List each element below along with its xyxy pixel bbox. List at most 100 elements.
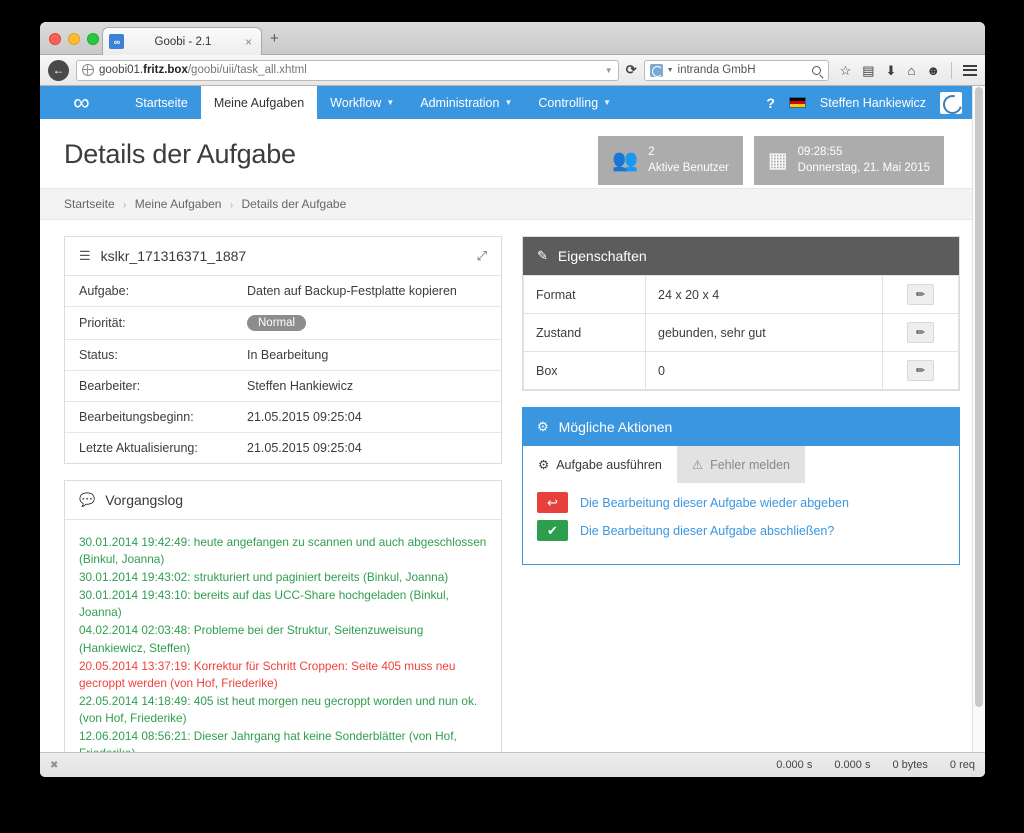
close-window-button[interactable] <box>49 33 61 45</box>
nav-item-controlling[interactable]: Controlling ▼ <box>525 86 624 119</box>
table-row: Status: In Bearbeitung <box>65 339 501 371</box>
chevron-down-icon[interactable]: ▼ <box>667 67 674 74</box>
chevron-down-icon: ▼ <box>504 98 513 107</box>
process-log-title: Vorgangslog <box>105 492 184 508</box>
calendar-icon: ▦ <box>767 149 788 173</box>
actions-panel: ⚙ Mögliche Aktionen ⚙ Aufgabe ausführen … <box>522 407 960 565</box>
row-key: Status: <box>65 339 233 371</box>
right-column: ✎ Eigenschaften Format 24 x 20 x 4 ✏ Zus… <box>522 236 960 752</box>
active-users-widget: 👥 2 Aktive Benutzer <box>598 136 743 186</box>
property-key: Format <box>523 275 646 314</box>
action-complete-task[interactable]: ✔ Die Bearbeitung dieser Aufgabe abschli… <box>537 520 945 541</box>
nav-item-meine-aufgaben[interactable]: Meine Aufgaben <box>200 86 318 119</box>
check-icon[interactable]: ✔ <box>537 520 568 541</box>
feedback-smiley-icon[interactable]: ☻ <box>926 64 940 77</box>
table-row: Format 24 x 20 x 4 ✏ <box>523 275 959 314</box>
log-entry: 30.01.2014 19:42:49: heute angefangen zu… <box>79 535 487 567</box>
active-users-label: Aktive Benutzer <box>648 161 729 174</box>
breadcrumb-item-0[interactable]: Startseite <box>64 197 115 211</box>
table-row: Zustand gebunden, sehr gut ✏ <box>523 313 959 352</box>
goobi-app: ∞ Startseite Meine Aufgaben Workflow ▼ A… <box>40 86 972 752</box>
row-key: Bearbeiter: <box>65 370 233 402</box>
task-details-panel: ☰ kslkr_171316371_1887 ⤢ Aufgabe: Daten … <box>64 236 502 464</box>
chevron-down-icon[interactable]: ▼ <box>605 66 613 75</box>
process-log-entries: 30.01.2014 19:42:49: heute angefangen zu… <box>65 520 501 752</box>
browser-search-box[interactable]: ▼ intranda GmbH <box>643 59 829 81</box>
reader-view-icon[interactable]: ▤ <box>862 64 874 77</box>
log-entry: 04.02.2014 02:03:48: Probleme bei der St… <box>79 623 424 655</box>
log-entry: 12.06.2014 08:56:21: Dieser Jahrgang hat… <box>79 729 457 752</box>
priority-badge: Normal <box>247 315 307 331</box>
maximize-window-button[interactable] <box>87 33 99 45</box>
row-value: 21.05.2015 09:25:04 <box>233 401 501 433</box>
active-users-text: 2 Aktive Benutzer <box>648 145 729 176</box>
scrollbar-thumb[interactable] <box>975 87 983 707</box>
properties-header: ✎ Eigenschaften <box>523 237 959 275</box>
nav-label: Administration <box>420 95 500 110</box>
breadcrumb-separator: › <box>229 200 234 211</box>
action-label[interactable]: Die Bearbeitung dieser Aufgabe wieder ab… <box>580 496 849 510</box>
breadcrumb-separator: › <box>123 200 127 211</box>
table-row: Bearbeitungsbeginn: 21.05.2015 09:25:04 <box>65 401 501 433</box>
current-time: 09:28:55 <box>797 146 843 158</box>
app-navbar: ∞ Startseite Meine Aufgaben Workflow ▼ A… <box>40 86 972 119</box>
task-identifier: kslkr_171316371_1887 <box>100 248 247 264</box>
pencil-icon[interactable]: ✏ <box>907 284 934 305</box>
edit-square-icon: ✎ <box>537 248 548 263</box>
undo-arrow-icon[interactable]: ↩ <box>537 492 568 513</box>
breadcrumb-item-1[interactable]: Meine Aufgaben <box>135 197 222 211</box>
back-button[interactable]: ← <box>48 59 69 81</box>
status-metric-3: 0 req <box>949 759 975 771</box>
properties-panel: ✎ Eigenschaften Format 24 x 20 x 4 ✏ Zus… <box>522 236 960 391</box>
action-release-task[interactable]: ↩ Die Bearbeitung dieser Aufgabe wieder … <box>537 492 945 513</box>
home-icon[interactable]: ⌂ <box>907 64 915 77</box>
browser-tab[interactable]: ∞ Goobi - 2.1 × <box>102 27 262 55</box>
new-tab-button[interactable]: + <box>270 31 279 46</box>
nav-label: Controlling <box>538 95 599 110</box>
goobi-logo[interactable]: ∞ <box>40 86 122 119</box>
downloads-icon[interactable]: ⬇ <box>886 64 897 77</box>
expand-arrows-icon[interactable]: ⤢ <box>477 248 487 264</box>
row-key: Letzte Aktualisierung: <box>65 432 233 463</box>
address-bar-url: goobi01.fritz.box/goobi/uii/task_all.xht… <box>99 64 307 76</box>
bookmark-star-icon[interactable]: ☆ <box>840 64 852 77</box>
list-icon: ☰ <box>79 248 91 263</box>
action-label[interactable]: Die Bearbeitung dieser Aufgabe abschließ… <box>580 524 834 538</box>
table-row: Priorität: Normal <box>65 306 501 340</box>
users-icon: 👥 <box>612 149 639 173</box>
breadcrumb-item-2: Details der Aufgabe <box>241 197 347 211</box>
row-value: In Bearbeitung <box>233 339 501 371</box>
window-controls[interactable] <box>49 33 99 45</box>
tab-aufgabe-ausfuehren[interactable]: ⚙ Aufgabe ausführen <box>523 446 677 483</box>
row-value: Normal <box>233 306 501 340</box>
pencil-icon[interactable]: ✏ <box>907 322 934 343</box>
table-row: Aufgabe: Daten auf Backup-Festplatte kop… <box>65 276 501 307</box>
process-log-header: 💬 Vorgangslog <box>65 481 501 520</box>
url-host-prefix: goobi01. <box>99 64 144 76</box>
page-scrollbar[interactable] <box>972 86 985 752</box>
nav-item-administration[interactable]: Administration ▼ <box>407 86 525 119</box>
nav-item-startseite[interactable]: Startseite <box>122 86 201 119</box>
search-icon[interactable] <box>811 65 821 75</box>
current-user-label[interactable]: Steffen Hankiewicz <box>820 96 926 110</box>
help-icon[interactable]: ? <box>766 95 775 111</box>
minimize-window-button[interactable] <box>68 33 80 45</box>
address-bar[interactable]: goobi01.fritz.box/goobi/uii/task_all.xht… <box>76 59 619 81</box>
property-key: Box <box>523 351 646 390</box>
nav-item-workflow[interactable]: Workflow ▼ <box>317 86 407 119</box>
log-entry: 30.01.2014 19:43:02: strukturiert und pa… <box>79 570 449 585</box>
browser-tab-strip: ∞ Goobi - 2.1 × + <box>40 22 985 55</box>
left-column: ☰ kslkr_171316371_1887 ⤢ Aufgabe: Daten … <box>64 236 502 752</box>
user-avatar[interactable] <box>940 91 962 114</box>
pencil-icon[interactable]: ✏ <box>907 360 934 381</box>
close-tab-icon[interactable]: × <box>242 35 255 49</box>
warning-triangle-icon: ⚠ <box>691 458 704 472</box>
tab-label: Aufgabe ausführen <box>556 457 662 472</box>
menu-hamburger-icon[interactable] <box>963 64 977 76</box>
language-flag-icon[interactable] <box>788 97 806 108</box>
reload-button[interactable]: ⟳ <box>626 62 637 78</box>
tab-fehler-melden[interactable]: ⚠ Fehler melden <box>676 446 805 483</box>
close-icon[interactable]: ✖ <box>50 760 58 771</box>
page-header: Details der Aufgabe 👥 2 Aktive Benutzer … <box>40 119 972 186</box>
browser-tab-title: Goobi - 2.1 <box>154 35 212 48</box>
